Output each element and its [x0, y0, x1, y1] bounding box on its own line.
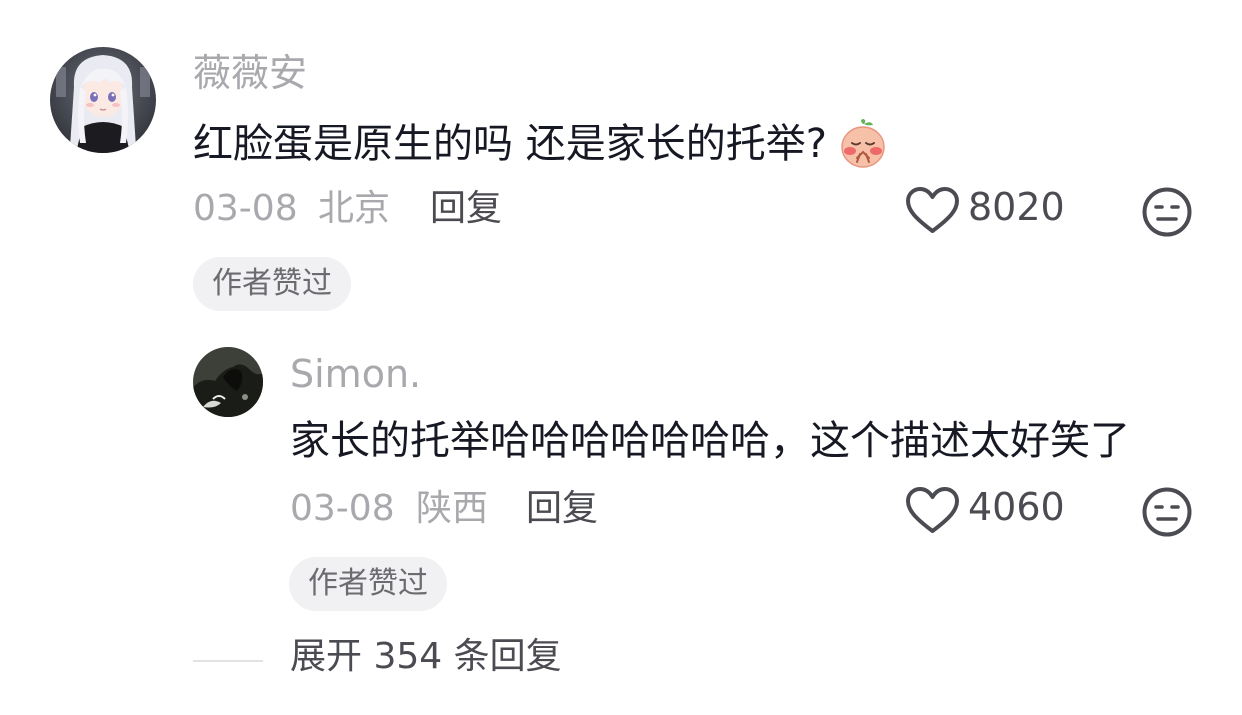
like-button[interactable]	[905, 186, 960, 236]
heart-outline-icon	[906, 487, 959, 533]
author-liked-badge: 作者赞过	[289, 557, 447, 611]
reply-button[interactable]: 回复	[430, 191, 502, 227]
anime-girl-avatar	[50, 47, 156, 153]
like-count: 4060	[968, 485, 1065, 529]
like-button[interactable]	[905, 486, 960, 536]
reply-button[interactable]: 回复	[526, 491, 598, 527]
author-liked-badge: 作者赞过	[193, 257, 351, 311]
comment-location: 北京	[318, 188, 391, 229]
comment-text: 红脸蛋是原生的吗 还是家长的托举?	[193, 121, 827, 167]
like-count: 8020	[968, 185, 1065, 229]
comment-text: 家长的托举哈哈哈哈哈哈哈，这个描述太好笑了	[290, 418, 1130, 464]
comment-date: 03-08	[193, 188, 298, 229]
user-avatar[interactable]	[193, 347, 263, 417]
expand-divider	[193, 660, 263, 662]
meh-face-icon	[1142, 187, 1192, 237]
expand-replies-button[interactable]: 展开 354 条回复	[290, 639, 562, 675]
heart-outline-icon	[906, 187, 959, 233]
meh-face-icon	[1142, 487, 1192, 537]
username[interactable]: Simon.	[290, 355, 421, 393]
username[interactable]: 薇薇安	[193, 54, 307, 92]
peach-shy-emoji	[837, 118, 889, 170]
dislike-button[interactable]	[1141, 486, 1193, 538]
comment-body: 红脸蛋是原生的吗 还是家长的托举?	[193, 118, 889, 170]
dark-horse-avatar	[193, 347, 263, 417]
dislike-button[interactable]	[1141, 186, 1193, 238]
comment-date: 03-08	[290, 488, 395, 529]
user-avatar[interactable]	[50, 47, 156, 153]
comment-location: 陕西	[416, 488, 489, 529]
